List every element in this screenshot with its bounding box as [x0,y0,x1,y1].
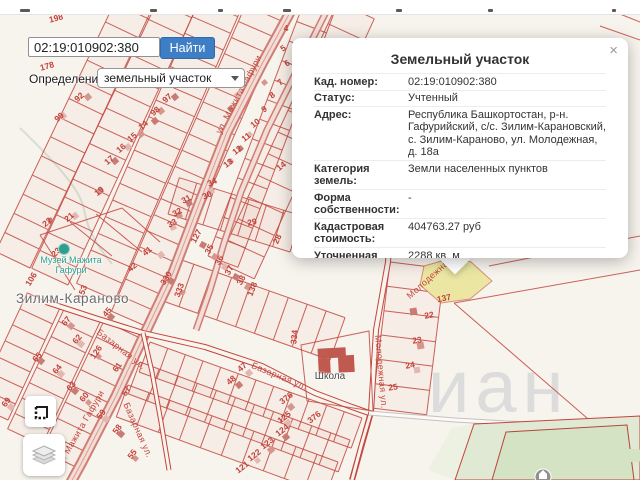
measure-area-icon [34,405,48,419]
find-button[interactable]: Найти [160,37,215,59]
info-label: Категория земель: [314,162,370,188]
poi-marker [534,468,552,480]
top-crop-strip [0,0,640,15]
info-label: Адрес: [314,108,352,121]
popup-title: Земельный участок [390,51,530,67]
info-row: Адрес: Республика Башкортостан, р-н. Гафу… [314,107,606,161]
info-value: 404763.27 руб [408,220,481,233]
info-row: Кад. номер: 02:19:010902:380 [314,74,606,91]
layers-icon [31,445,57,465]
info-label: Форма собственности: [314,191,400,217]
info-value: Республика Башкортостан, р-н. Гафурийски… [408,108,606,159]
info-row: Форма собственности: - [314,190,606,219]
parcel-info-popup: × Земельный участок Кад. номер: 02:19:010… [292,38,628,258]
definition-select-value: земельный участок [104,71,212,85]
definition-select[interactable]: земельный участок [97,68,245,88]
info-label: Статус: [314,92,355,104]
popup-rows: Кад. номер: 02:19:010902:380 Статус: Учтенн… [314,73,606,258]
info-label: Уточненная [314,249,378,259]
info-value: - [408,191,412,204]
layers-button[interactable] [23,434,65,476]
info-label: Кадастровая стоимость: [314,220,385,246]
chevron-down-icon [231,76,239,81]
info-value: Учтенный [408,92,458,104]
cadastral-number-input[interactable] [28,37,160,57]
cadastral-map-app: иан Зилим-Караново Музей Мажита Гафури Ш… [0,0,640,480]
info-value: Земли населенных пунктов [408,162,548,175]
info-value: 2288 кв. м [408,249,460,259]
close-icon[interactable]: × [609,43,618,58]
info-label: Кад. номер: [314,75,378,88]
info-row: Статус: Учтенный [314,91,606,107]
info-value: 02:19:010902:380 [408,75,497,88]
info-row: Уточненная 2288 кв. м [314,248,606,259]
map-watermark-text: иан [428,345,569,428]
info-row: Кадастровая стоимость: 404763.27 руб [314,219,606,248]
info-row: Категория земель: Земли населенных пункто… [314,161,606,190]
measure-area-button[interactable] [25,396,56,427]
